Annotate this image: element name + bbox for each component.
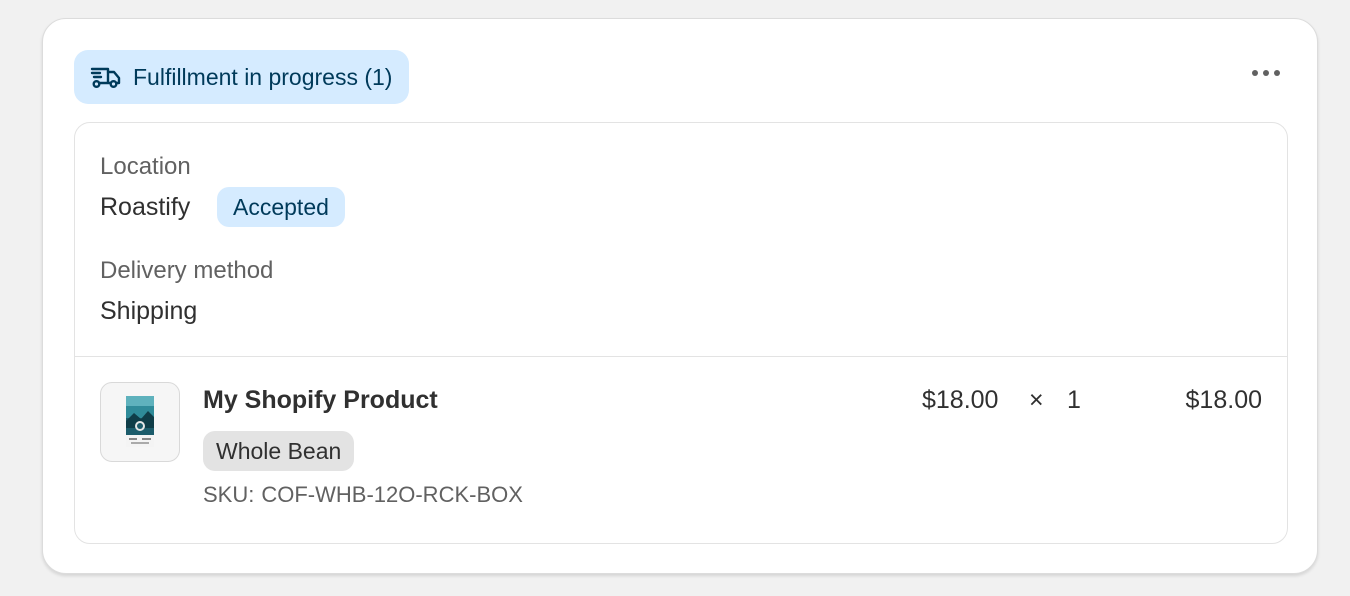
product-title-link[interactable]: My Shopify Product <box>203 386 438 415</box>
fulfillment-status-label: Fulfillment in progress (1) <box>133 63 393 90</box>
line-total: $18.00 <box>1185 386 1262 414</box>
unit-price: $18.00 <box>922 386 999 414</box>
fulfillment-details-section: Location Roastify Accepted Delivery meth… <box>75 123 1287 357</box>
quantity-value: 1 <box>1067 386 1081 414</box>
delivery-truck-icon <box>90 64 122 90</box>
location-value: Roastify <box>100 193 191 221</box>
location-status-badge: Accepted <box>217 187 345 227</box>
more-actions-button[interactable] <box>1243 55 1289 91</box>
fulfillment-status-badge: Fulfillment in progress (1) <box>74 50 410 104</box>
product-thumbnail[interactable] <box>100 382 180 462</box>
delivery-method-label: Delivery method <box>100 257 274 284</box>
location-label: Location <box>100 153 191 180</box>
line-item-row: My Shopify Product Whole Bean SKU: COF-W… <box>75 357 1287 543</box>
fulfillment-card: Fulfillment in progress (1) Location Roa… <box>42 18 1318 574</box>
fulfillment-details-box: Location Roastify Accepted Delivery meth… <box>74 122 1288 544</box>
sku-label: SKU: <box>203 482 255 507</box>
multiply-symbol: × <box>1029 386 1044 414</box>
delivery-method-value: Shipping <box>100 297 198 325</box>
more-horizontal-icon <box>1251 64 1281 82</box>
sku-value: COF-WHB-12O-RCK-BOX <box>261 482 523 507</box>
coffee-bag-image <box>126 396 154 447</box>
variant-badge: Whole Bean <box>203 431 355 471</box>
sku-line: SKU: COF-WHB-12O-RCK-BOX <box>203 482 523 508</box>
